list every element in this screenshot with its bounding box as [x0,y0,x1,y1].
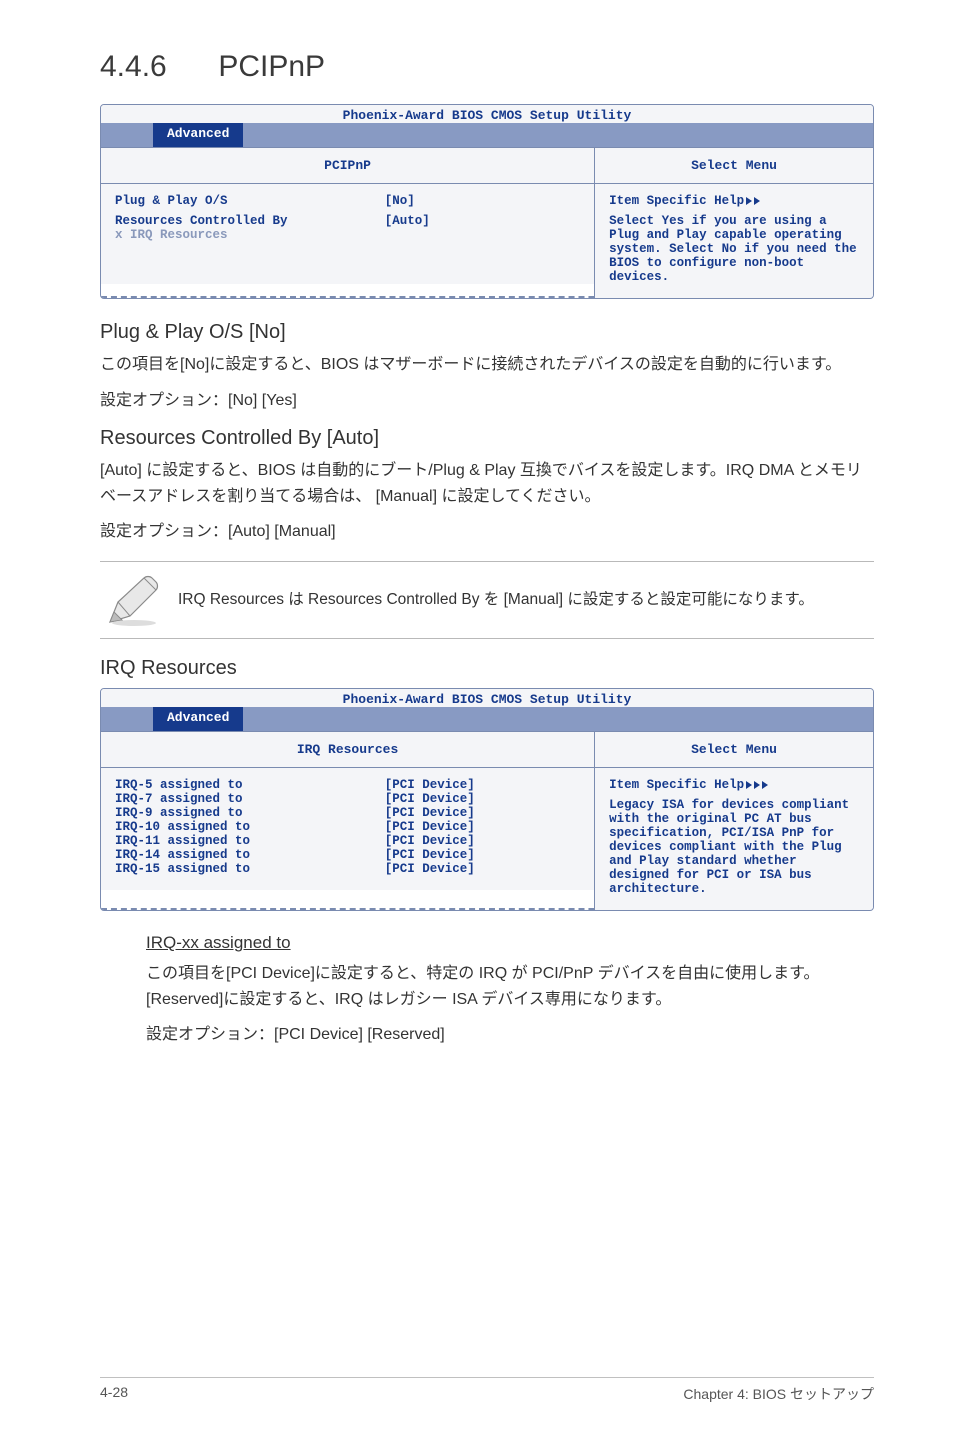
bios-row-value: [PCI Device] [385,820,580,834]
bios-row: IRQ-15 assigned to[PCI Device] [115,862,580,876]
bios-row: Resources Controlled By [Auto] [115,214,580,228]
bios-left-content: Plug & Play O/S [No] Resources Controlle… [101,184,594,284]
section-number: 4.4.6 [100,50,210,84]
bios-row-label: IRQ-14 assigned to [115,848,385,862]
bios-left-header: PCIPnP [101,148,594,184]
bios-row-label: IRQ-15 assigned to [115,862,385,876]
body-text: [Auto] に設定すると、BIOS は自動的にブート/Plug & Play … [100,458,874,509]
bios-row: Plug & Play O/S [No] [115,194,580,208]
bios-row: IRQ-14 assigned to[PCI Device] [115,848,580,862]
bios-help-title-row: Item Specific Help [609,778,859,792]
subheading: IRQ Resources [100,657,874,680]
body-text: 設定オプション：[PCI Device] [Reserved] [146,1022,874,1048]
subheading: Plug & Play O/S [No] [100,321,874,344]
triangle-icon [754,197,760,205]
note-block: IRQ Resources は Resources Controlled By … [100,561,874,639]
bios-row-value: [PCI Device] [385,792,580,806]
bios-row: IRQ-11 assigned to[PCI Device] [115,834,580,848]
pencil-icon [104,572,164,628]
bios-row-value: [PCI Device] [385,806,580,820]
triangle-icon [746,781,752,789]
bios-row: IRQ-9 assigned to[PCI Device] [115,806,580,820]
bios-row-label: IRQ-9 assigned to [115,806,385,820]
bios-title: Phoenix-Award BIOS CMOS Setup Utility [101,689,873,707]
section-heading: 4.4.6 PCIPnP [100,50,874,84]
bios-tab-advanced: Advanced [153,707,243,731]
bios-row-value: [No] [385,194,580,208]
bios-tab-row: Advanced [101,707,873,731]
bios-tab-row: Advanced [101,123,873,147]
bios-row-label: IRQ-11 assigned to [115,834,385,848]
bios-right-header: Select Menu [595,148,873,184]
bios-row: IRQ-5 assigned to[PCI Device] [115,778,580,792]
bios-row-label: x IRQ Resources [115,228,385,242]
section-title: PCIPnP [218,50,325,83]
bios-row-value: [PCI Device] [385,848,580,862]
bios-row: IRQ-7 assigned to[PCI Device] [115,792,580,806]
bios-help-title-row: Item Specific Help [609,194,859,208]
page-number: 4-28 [100,1384,128,1404]
bios-help-title: Item Specific Help [609,194,744,208]
bios-panel-pcipnp: Phoenix-Award BIOS CMOS Setup Utility Ad… [100,104,874,299]
triangle-icon [754,781,760,789]
page-footer: 4-28 Chapter 4: BIOS セットアップ [100,1377,874,1404]
bios-left-header: IRQ Resources [101,732,594,768]
bios-row-label: IRQ-10 assigned to [115,820,385,834]
body-text: この項目を[PCI Device]に設定すると、特定の IRQ が PCI/Pn… [146,961,874,1012]
bios-row-value: [PCI Device] [385,862,580,876]
bios-row-value: [PCI Device] [385,778,580,792]
bios-row: IRQ-10 assigned to[PCI Device] [115,820,580,834]
triangle-icon [746,197,752,205]
bios-help-body: Select Yes if you are using a Plug and P… [609,214,859,284]
bios-row-disabled: x IRQ Resources [115,228,580,242]
bios-help-content: Item Specific Help Legacy ISA for device… [595,768,873,910]
subheading-underline: IRQ-xx assigned to [146,933,874,953]
bios-help-content: Item Specific Help Select Yes if you are… [595,184,873,298]
footer-text: Chapter 4: BIOS セットアップ [683,1384,874,1404]
bios-help-body: Legacy ISA for devices compliant with th… [609,798,859,896]
bios-row-label: IRQ-7 assigned to [115,792,385,806]
bios-row-label: Resources Controlled By [115,214,385,228]
bios-panel-irq: Phoenix-Award BIOS CMOS Setup Utility Ad… [100,688,874,911]
body-text: 設定オプション：[No] [Yes] [100,388,874,414]
bios-tab-advanced: Advanced [153,123,243,147]
bios-right-header: Select Menu [595,732,873,768]
body-text: この項目を[No]に設定すると、BIOS はマザーボードに接続されたデバイスの設… [100,352,874,378]
bios-row-value: [PCI Device] [385,834,580,848]
body-text: 設定オプション：[Auto] [Manual] [100,519,874,545]
note-text: IRQ Resources は Resources Controlled By … [178,588,814,612]
bios-help-title: Item Specific Help [609,778,744,792]
bios-left-content: IRQ-5 assigned to[PCI Device]IRQ-7 assig… [101,768,594,890]
triangle-icon [762,781,768,789]
bios-row-label: IRQ-5 assigned to [115,778,385,792]
bios-row-label: Plug & Play O/S [115,194,385,208]
subheading: Resources Controlled By [Auto] [100,427,874,450]
bios-title: Phoenix-Award BIOS CMOS Setup Utility [101,105,873,123]
bios-row-value: [Auto] [385,214,580,228]
